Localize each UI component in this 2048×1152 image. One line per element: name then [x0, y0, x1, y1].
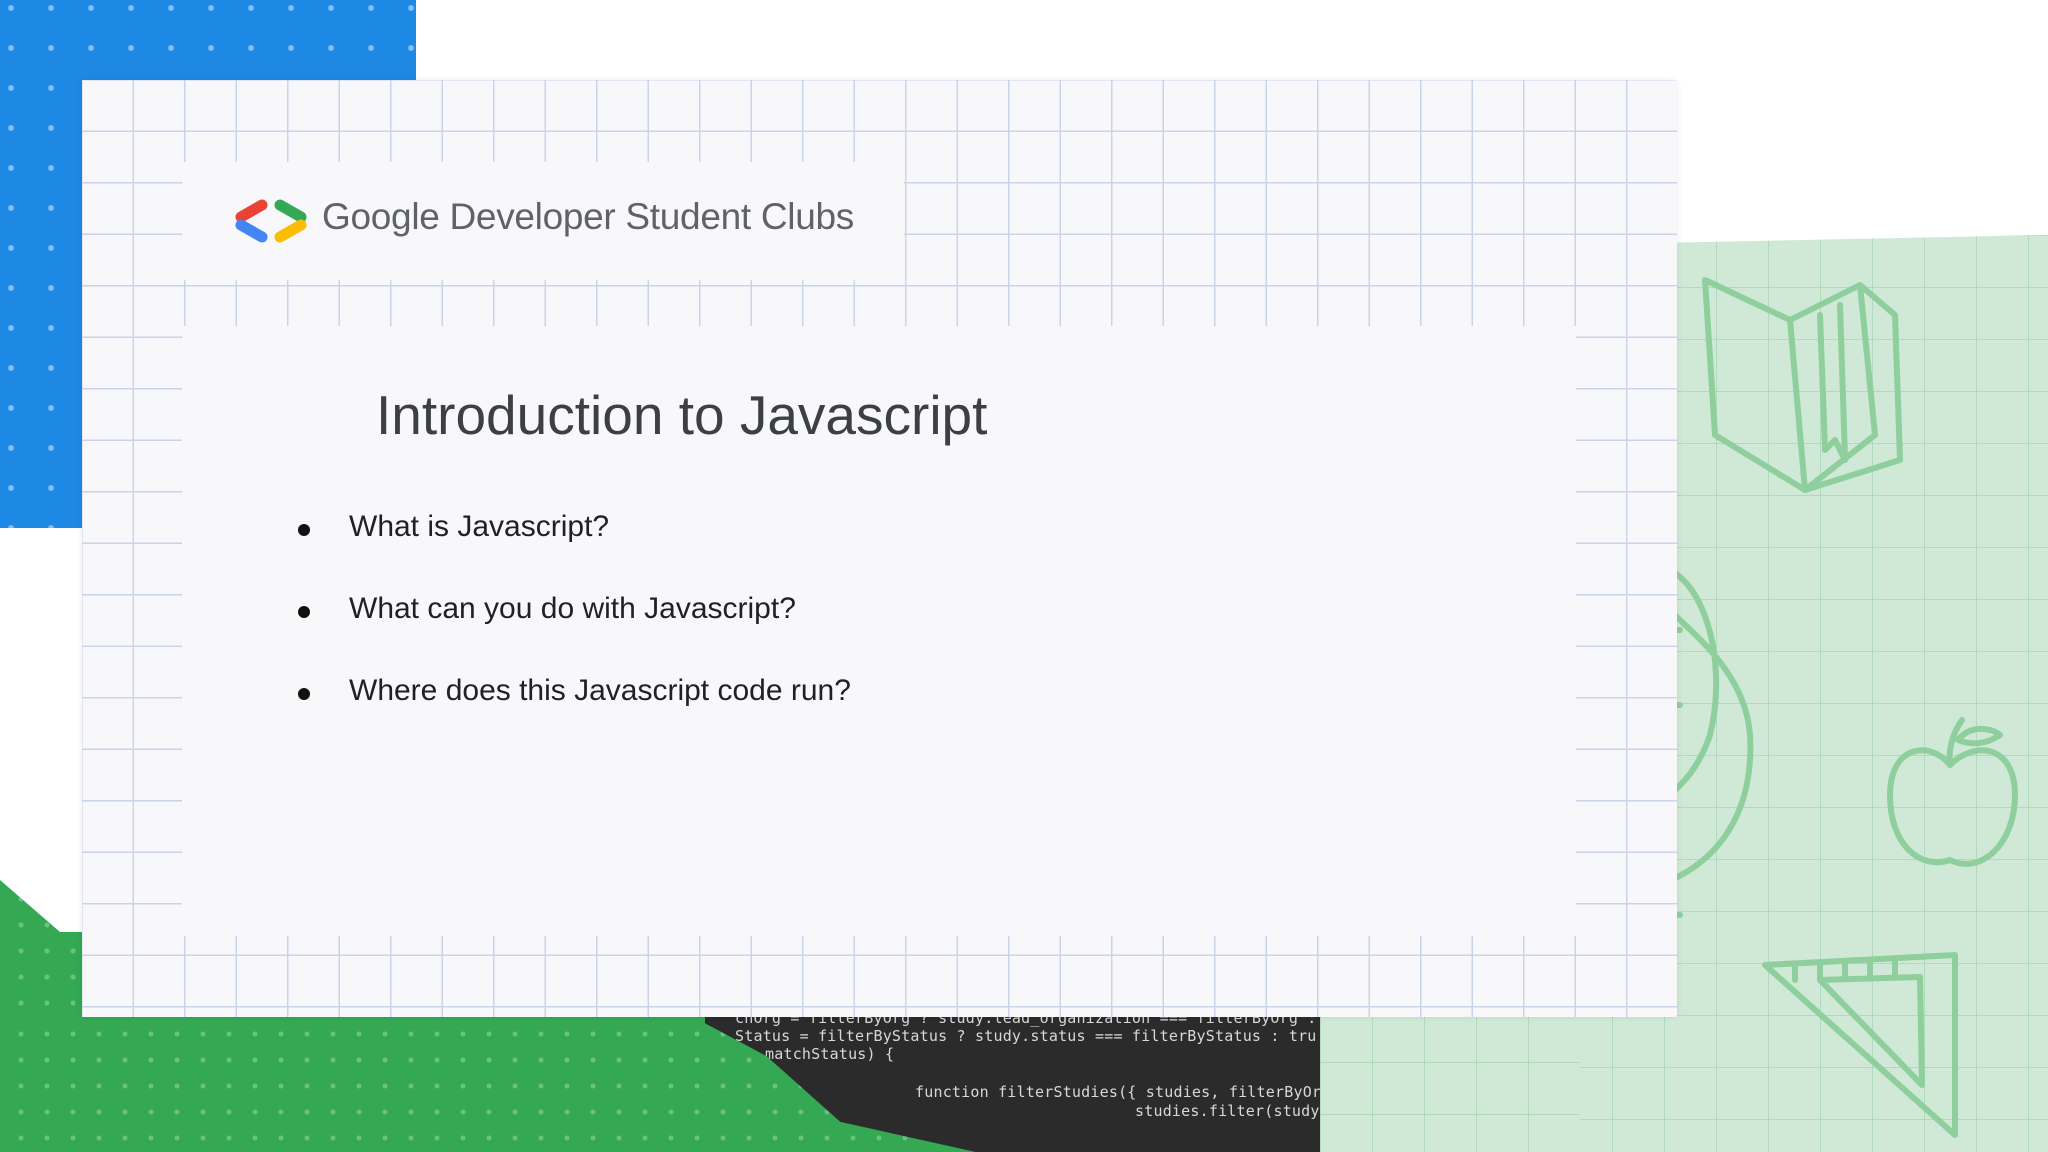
brand-name: Google Developer Student Clubs [322, 196, 854, 237]
bullet-text: What can you do with Javascript? [349, 592, 796, 625]
ruler-triangle-icon [1762, 952, 1958, 1138]
gdsc-brackets-logo-icon [235, 199, 307, 243]
code-line: studies.filter(study [1135, 1102, 1320, 1120]
bullet-icon [298, 606, 310, 618]
bullet-text: What is Javascript? [349, 510, 610, 543]
code-line: Status = filterByStatus ? study.status =… [735, 1027, 1317, 1045]
slide-title: Introduction to Javascript [376, 384, 988, 446]
bullet-icon [298, 688, 310, 700]
green-grid-background-lower [1320, 1010, 1580, 1152]
apple-icon [1887, 717, 2018, 867]
code-line: function filterStudies({ studies, filter… [915, 1083, 1320, 1101]
book-icon [1702, 277, 1903, 493]
bullet-text: Where does this Javascript code run? [349, 674, 851, 707]
code-line: matchStatus) { [765, 1045, 895, 1063]
bullet-icon [298, 524, 310, 536]
